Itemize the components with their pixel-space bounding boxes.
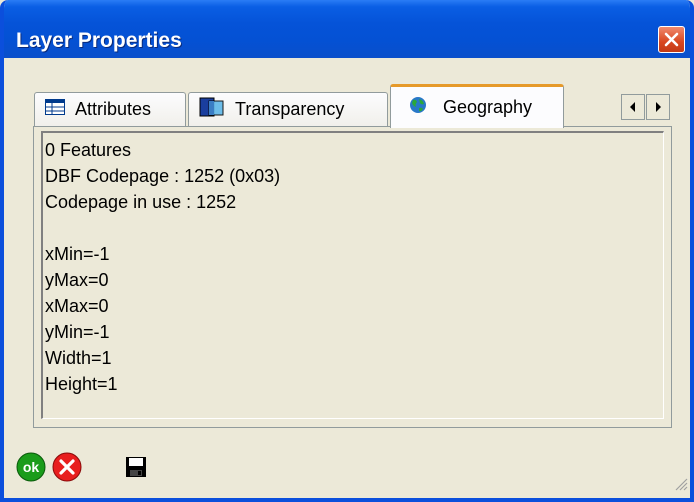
close-button[interactable]	[658, 26, 685, 53]
transparency-icon	[199, 96, 225, 123]
tab-attributes-label: Attributes	[75, 99, 152, 119]
layer-properties-window: Layer Properties Attributes Transparency…	[0, 0, 694, 502]
tab-geography-label: Geography	[443, 97, 533, 117]
geography-panel: 0 Features DBF Codepage : 1252 (0x03) Co…	[33, 126, 672, 428]
tab-scroll-right-button[interactable]	[646, 94, 670, 120]
info-line: 0 Features	[45, 140, 132, 160]
save-button[interactable]	[125, 456, 147, 483]
arrow-left-icon	[630, 102, 635, 112]
info-line: Width=1	[45, 348, 112, 368]
geography-info-text[interactable]: 0 Features DBF Codepage : 1252 (0x03) Co…	[41, 131, 664, 419]
info-line: xMax=0	[45, 296, 109, 316]
window-title: Layer Properties	[16, 29, 182, 52]
table-icon	[45, 99, 65, 120]
floppy-icon	[126, 457, 146, 477]
tab-geography[interactable]: Geography	[390, 84, 564, 128]
resize-grip-icon[interactable]	[674, 477, 688, 496]
info-line: Codepage in use : 1252	[45, 192, 237, 212]
info-line: Height=1	[45, 374, 118, 394]
globe-icon	[409, 96, 427, 119]
info-line: yMin=-1	[45, 322, 110, 342]
cancel-icon	[52, 452, 82, 482]
info-line: xMin=-1	[45, 244, 110, 264]
tab-transparency[interactable]: Transparency	[188, 92, 388, 126]
title-bar[interactable]: Layer Properties	[4, 0, 690, 58]
info-line: DBF Codepage : 1252 (0x03)	[45, 166, 281, 186]
cancel-button[interactable]	[52, 452, 82, 487]
ok-label: ok	[23, 459, 40, 475]
ok-icon: ok	[16, 452, 46, 482]
arrow-right-icon	[656, 102, 661, 112]
close-icon	[664, 32, 679, 47]
tab-attributes[interactable]: Attributes	[34, 92, 186, 126]
ok-button[interactable]: ok	[16, 452, 46, 487]
tab-transparency-label: Transparency	[235, 99, 345, 119]
tab-scroll-arrows	[621, 94, 671, 120]
info-line: yMax=0	[45, 270, 109, 290]
tab-scroll-left-button[interactable]	[621, 94, 645, 120]
